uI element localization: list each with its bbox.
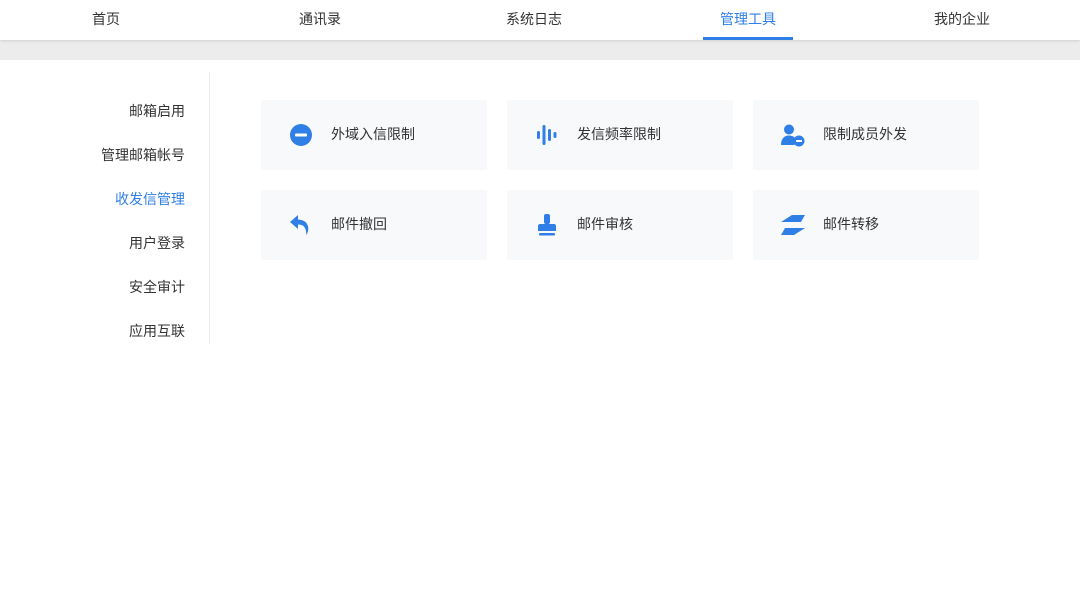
nav-my-enterprise[interactable]: 我的企业 (917, 0, 1007, 40)
minus-circle-icon (288, 123, 314, 147)
top-navigation: 首页 通讯录 系统日志 管理工具 我的企业 (0, 0, 1080, 40)
sidebar-item-mailbox-activation[interactable]: 邮箱启用 (129, 102, 185, 122)
frequency-bars-icon (534, 123, 560, 147)
tool-card-label: 邮件审核 (577, 217, 633, 233)
tool-card-external-inbound-limit[interactable]: 外域入信限制 (261, 100, 487, 170)
undo-arrow-icon (288, 213, 314, 237)
sidebar-item-mail-flow[interactable]: 收发信管理 (115, 190, 185, 210)
nav-management-tools[interactable]: 管理工具 (703, 0, 793, 40)
tool-card-label: 邮件撤回 (331, 217, 387, 233)
tool-card-mail-review[interactable]: 邮件审核 (507, 190, 733, 260)
transfer-arrows-icon (780, 213, 806, 237)
sidebar-item-user-login[interactable]: 用户登录 (129, 234, 185, 254)
tool-card-mail-transfer[interactable]: 邮件转移 (753, 190, 979, 260)
nav-contacts[interactable]: 通讯录 (275, 0, 365, 40)
user-restrict-icon (780, 123, 806, 147)
nav-home[interactable]: 首页 (61, 0, 151, 40)
tool-card-label: 邮件转移 (823, 217, 879, 233)
sidebar-item-security-audit[interactable]: 安全审计 (129, 278, 185, 298)
sidebar-item-manage-accounts[interactable]: 管理邮箱帐号 (101, 146, 185, 166)
tool-card-label: 外域入信限制 (331, 127, 415, 143)
sidebar: 邮箱启用 管理邮箱帐号 收发信管理 用户登录 安全审计 应用互联 (0, 72, 210, 344)
nav-system-logs[interactable]: 系统日志 (489, 0, 579, 40)
stamp-icon (534, 213, 560, 237)
tool-card-restrict-member-outbound[interactable]: 限制成员外发 (753, 100, 979, 170)
tool-card-mail-recall[interactable]: 邮件撤回 (261, 190, 487, 260)
tool-card-label: 限制成员外发 (823, 127, 907, 143)
tool-card-send-frequency-limit[interactable]: 发信频率限制 (507, 100, 733, 170)
sidebar-item-app-integration[interactable]: 应用互联 (129, 322, 185, 342)
tool-card-label: 发信频率限制 (577, 127, 661, 143)
main-panel: 邮箱启用 管理邮箱帐号 收发信管理 用户登录 安全审计 应用互联 外域入信限制 … (0, 60, 1080, 599)
